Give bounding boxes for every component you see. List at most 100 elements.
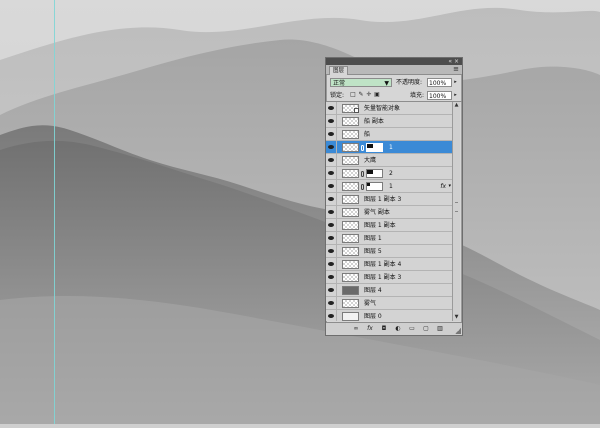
visibility-eye-icon[interactable] [328,249,334,253]
layer-name: 大鹰 [364,157,377,164]
layer-thumbnail [342,208,359,217]
layers-scrollbar[interactable]: ▲ ▼ [452,102,460,321]
layer-name: 图层 1 副本 [364,222,396,229]
layer-name: 雾气 副本 [364,209,390,216]
layer-row[interactable]: 雾气 [326,297,452,310]
visibility-eye-icon[interactable] [328,158,334,162]
layer-row[interactable]: 2 [326,167,452,180]
layer-row[interactable]: 图层 1 [326,232,452,245]
chevron-down-icon[interactable]: ▾ [448,180,451,193]
visibility-eye-icon[interactable] [328,262,334,266]
layer-row[interactable]: 雾气 副本 [326,206,452,219]
layer-name: 船 [364,131,371,138]
lock-transparent-pixels-icon[interactable]: □ [350,92,356,98]
trash-icon[interactable]: ▥ [436,325,444,333]
visibility-eye-icon[interactable] [328,184,334,188]
visibility-eye-icon[interactable] [328,171,334,175]
close-icon[interactable]: × [454,58,459,65]
opacity-field[interactable]: 100% [427,78,452,87]
lock-image-pixels-icon[interactable]: ✎ [358,92,364,98]
layer-row[interactable]: 矢量智能对象 [326,102,452,115]
layer-thumbnail [342,169,359,178]
layer-row[interactable]: 1 fx ▾ [326,180,452,193]
layer-row[interactable]: 大鹰 [326,154,452,167]
layer-name: 1 [389,144,393,151]
resize-grip-icon[interactable] [455,328,461,334]
scroll-grip[interactable] [455,202,458,212]
lock-all-icon[interactable]: ▣ [374,92,380,98]
visibility-eye-icon[interactable] [328,301,334,305]
layer-name: 1 [389,183,393,190]
folder-icon[interactable]: ▭ [408,325,416,333]
layers-bottom-toolbar: ∞ fx ◘ ◐ ▭ ▢ ▥ [326,322,462,335]
lock-label: 锁定: [330,92,345,99]
smart-object-icon [354,108,359,113]
mask-link-icon[interactable] [361,171,364,177]
opacity-label: 不透明度: [396,79,423,86]
layer-row[interactable]: 图层 1 副本 [326,219,452,232]
scroll-up-icon[interactable]: ▲ [453,102,460,109]
opacity-spin-icon[interactable]: ▸ [452,78,459,87]
blend-mode-value: 正常 [333,80,346,87]
mask-link-icon[interactable] [361,145,364,151]
panel-title-bar[interactable]: « × [326,58,462,65]
double-arrow-icon[interactable]: « [448,58,452,65]
mask-link-icon[interactable] [361,184,364,190]
layer-row[interactable]: 船 副本 [326,115,452,128]
fill-field[interactable]: 100% [427,91,452,100]
mask-icon[interactable]: ◘ [380,325,388,333]
layer-thumbnail [342,299,359,308]
tab-layers[interactable]: 图层 [329,66,349,75]
blend-mode-select[interactable]: 正常 ▼ [330,78,392,87]
layer-thumbnail [342,117,359,126]
layer-name: 图层 1 副本 3 [364,196,402,203]
visibility-eye-icon[interactable] [328,132,334,136]
layers-panel[interactable]: « × 图层 ≡ 正常 ▼ 不透明度: 100% ▸ 锁定: □ ✎ ✛ ▣ 填… [325,57,463,336]
layer-thumbnail [342,143,359,152]
visibility-eye-icon[interactable] [328,145,334,149]
panel-menu-icon[interactable]: ≡ [453,66,459,73]
layer-row[interactable]: 图层 5 [326,245,452,258]
fill-spin-icon[interactable]: ▸ [452,91,459,100]
layer-row[interactable]: 图层 1 副本 3 [326,193,452,206]
layer-row[interactable]: 图层 1 副本 4 [326,258,452,271]
layer-mask-thumbnail[interactable] [366,169,383,178]
layer-row-selected[interactable]: 1 [326,141,452,154]
visibility-eye-icon[interactable] [328,197,334,201]
fill-label: 填充: [410,92,425,99]
panel-tab-bar: 图层 ≡ [326,65,462,75]
vertical-guide-line[interactable] [54,0,55,424]
layer-thumbnail [342,286,359,295]
layer-effects-icon[interactable]: fx [440,180,446,193]
link-icon[interactable]: ∞ [352,325,360,333]
layer-thumbnail [342,273,359,282]
blend-opacity-row: 正常 ▼ 不透明度: 100% ▸ [326,75,462,90]
layer-name: 图层 0 [364,313,382,320]
visibility-eye-icon[interactable] [328,288,334,292]
scroll-down-icon[interactable]: ▼ [453,314,460,321]
visibility-eye-icon[interactable] [328,236,334,240]
layer-thumbnail [342,130,359,139]
layer-row[interactable]: 图层 0 [326,310,452,321]
visibility-eye-icon[interactable] [328,119,334,123]
visibility-eye-icon[interactable] [328,223,334,227]
new-layer-icon[interactable]: ▢ [422,325,430,333]
chevron-down-icon: ▼ [384,80,389,87]
lock-fill-row: 锁定: □ ✎ ✛ ▣ 填充: 100% ▸ [326,90,462,102]
visibility-eye-icon[interactable] [328,106,334,110]
adjustment-icon[interactable]: ◐ [394,325,402,333]
layer-thumbnail [342,234,359,243]
layers-list[interactable]: 矢量智能对象 船 副本 船 1 大鹰 2 1 fx ▾ 图层 1 副本 3 雾气… [326,102,452,321]
layer-row[interactable]: 图层 4 [326,284,452,297]
document-canvas[interactable] [0,0,600,425]
layer-mask-thumbnail[interactable] [366,143,383,152]
visibility-eye-icon[interactable] [328,210,334,214]
layer-row[interactable]: 图层 1 副本 3 [326,271,452,284]
fx-icon[interactable]: fx [366,325,374,333]
lock-position-icon[interactable]: ✛ [366,92,372,98]
visibility-eye-icon[interactable] [328,275,334,279]
visibility-eye-icon[interactable] [328,314,334,318]
layer-row[interactable]: 船 [326,128,452,141]
layer-mask-thumbnail[interactable] [366,182,383,191]
layer-name: 图层 4 [364,287,382,294]
